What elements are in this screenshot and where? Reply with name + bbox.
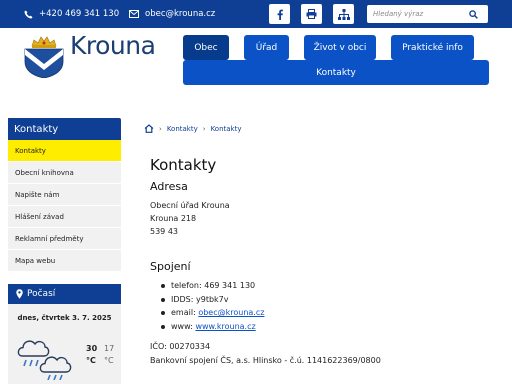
address-line: Obecní úřad Krouna	[150, 201, 230, 210]
nav-kontakty[interactable]: Kontakty	[183, 60, 489, 85]
phone-text: +420 469 341 130	[39, 9, 120, 19]
facebook-button[interactable]	[269, 4, 290, 24]
contact-heading: Spojení	[150, 260, 191, 273]
weather-widget: dnes, čtvrtek 3. 7. 2025 30 °C 17 °C	[8, 304, 121, 384]
address-block: Obecní úřad Krouna Krouna 218 539 43	[150, 199, 230, 238]
nav-urad[interactable]: Úřad	[244, 35, 289, 60]
weather-date: dnes, čtvrtek 3. 7. 2025	[17, 314, 112, 322]
temp-high-unit: °C	[86, 356, 96, 365]
contact-idds: IDDS: y9tbk7v	[159, 293, 264, 307]
address-heading: Adresa	[150, 180, 188, 193]
search-input[interactable]	[367, 6, 469, 22]
contact-email: email: obec@krouna.cz	[159, 306, 264, 320]
print-icon	[306, 9, 317, 19]
site-title[interactable]: Krouna	[70, 31, 156, 60]
sitemap-icon	[337, 8, 350, 20]
nav-prakticke-info[interactable]: Praktické info	[391, 35, 474, 60]
phone-contact[interactable]: +420 469 341 130	[24, 0, 119, 28]
registration-info: IČO: 00270334 Bankovní spojení ČS, a.s. …	[150, 340, 381, 368]
contact-phone: telefon: 469 341 130	[159, 279, 264, 293]
email-contact[interactable]: obec@krouna.cz	[129, 0, 215, 28]
temp-high: 30	[86, 344, 98, 353]
contact-www: www: www.krouna.cz	[159, 320, 264, 334]
sidebar-item-obecni-knihovna[interactable]: Obecní knihovna	[8, 162, 121, 184]
email-label: email:	[171, 308, 199, 317]
sidebar-item-reklamni-predmety[interactable]: Reklamní předměty	[8, 228, 121, 250]
home-icon[interactable]	[144, 124, 154, 133]
email-link[interactable]: obec@krouna.cz	[198, 308, 264, 317]
location-pin-icon	[16, 289, 23, 299]
email-icon	[129, 10, 139, 18]
sidebar-item-hlaseni-zavad[interactable]: Hlášení závad	[8, 206, 121, 228]
weather-heading: Počasí	[8, 284, 121, 304]
nav-zivot-v-obci[interactable]: Život v obci	[304, 35, 376, 60]
top-bar: +420 469 341 130 obec@krouna.cz	[0, 0, 512, 28]
search-box	[367, 5, 488, 23]
address-line: 539 43	[150, 227, 178, 236]
bank-text: Bankovní spojení ČS, a.s. Hlinsko - č.ú.…	[150, 356, 381, 365]
contact-list: telefon: 469 341 130 IDDS: y9tbk7v email…	[159, 279, 264, 333]
sitemap-button[interactable]	[333, 4, 354, 24]
rain-cloud-icon	[17, 340, 72, 380]
krouna-crest-logo[interactable]	[24, 32, 64, 78]
breadcrumb-link-kontakty[interactable]: Kontakty	[167, 125, 198, 133]
facebook-icon	[277, 9, 283, 20]
breadcrumb-chevron-icon: ›	[159, 124, 162, 133]
www-label: www:	[171, 321, 196, 331]
print-button[interactable]	[301, 4, 322, 24]
search-icon[interactable]	[469, 9, 478, 19]
sidebar-item-mapa-webu[interactable]: Mapa webu	[8, 250, 121, 272]
sidebar-heading: Kontakty	[8, 118, 121, 140]
ico-text: IČO: 00270334	[150, 342, 211, 351]
page-title: Kontakty	[150, 156, 217, 174]
phone-icon	[24, 9, 33, 19]
temp-low: 17	[104, 344, 115, 353]
email-text: obec@krouna.cz	[145, 9, 216, 19]
temp-low-unit: °C	[104, 356, 114, 365]
weather-heading-text: Počasí	[27, 289, 56, 299]
sidebar-item-napiste-nam[interactable]: Napište nám	[8, 184, 121, 206]
address-line: Krouna 218	[150, 214, 197, 223]
sidebar-item-kontakty[interactable]: Kontakty	[8, 140, 121, 162]
www-link[interactable]: www.krouna.cz	[195, 322, 255, 331]
breadcrumb-current: Kontakty	[210, 124, 242, 133]
nav-obec[interactable]: Obec	[183, 35, 229, 60]
sidebar-menu: Kontakty Kontakty Obecní knihovna Napišt…	[8, 118, 121, 272]
breadcrumb-chevron-icon: ›	[202, 124, 206, 133]
breadcrumb: › Kontakty › Kontakty	[144, 124, 242, 133]
